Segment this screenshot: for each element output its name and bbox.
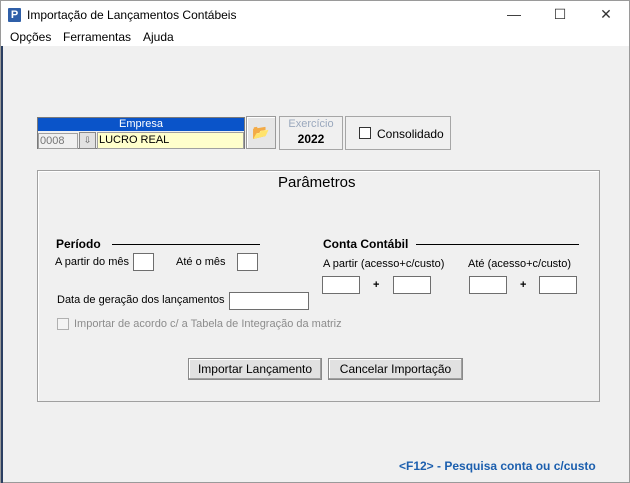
exercicio-value: 2022 — [297, 132, 325, 146]
parametros-title: Parâmetros — [278, 174, 356, 191]
cancelar-importacao-button[interactable]: Cancelar Importação — [328, 358, 463, 380]
menu-ferramentas[interactable]: Ferramentas — [63, 30, 131, 45]
menu-opcoes[interactable]: Opções — [10, 30, 51, 45]
importar-tabela-label: Importar de acordo c/ a Tabela de Integr… — [74, 318, 342, 330]
main-window: P Importação de Lançamentos Contábeis — … — [0, 0, 630, 483]
periodo-to-label: Até o mês — [176, 256, 226, 268]
window-title: Importação de Lançamentos Contábeis — [27, 8, 237, 22]
menu-bar: Opções Ferramentas Ajuda — [1, 30, 629, 46]
minimize-button[interactable]: — — [491, 1, 537, 30]
conta-from-custo-field[interactable] — [393, 276, 431, 294]
periodo-rule — [112, 244, 260, 245]
exercicio-label: Exercício — [288, 118, 334, 130]
empresa-panel: Empresa 0008 ⇩ LUCRO REAL — [37, 117, 245, 149]
open-folder-button[interactable]: 📂 — [246, 116, 276, 149]
data-geracao-field[interactable] — [229, 292, 309, 310]
close-button[interactable]: ✕ — [583, 1, 629, 30]
window-edge — [1, 46, 3, 483]
periodo-from-field[interactable] — [133, 253, 154, 271]
consolidado-panel: Consolidado — [345, 116, 451, 150]
app-icon: P — [8, 8, 21, 22]
folder-icon: 📂 — [252, 124, 270, 140]
conta-to-custo-field[interactable] — [539, 276, 577, 294]
title-bar: P Importação de Lançamentos Contábeis — … — [1, 1, 629, 30]
importar-tabela-checkbox[interactable] — [57, 318, 69, 330]
menu-ajuda[interactable]: Ajuda — [143, 30, 174, 45]
empresa-header: Empresa — [38, 118, 244, 131]
plus-sign: + — [373, 279, 380, 291]
plus-sign: + — [520, 279, 527, 291]
conta-to-acesso-field[interactable] — [469, 276, 507, 294]
f12-hint: <F12> - Pesquisa conta ou c/custo — [399, 459, 596, 473]
conta-to-label: Até (acesso+c/custo) — [468, 258, 572, 270]
periodo-to-field[interactable] — [237, 253, 258, 271]
consolidado-checkbox[interactable] — [359, 127, 371, 139]
periodo-from-label: A partir do mês — [55, 256, 129, 268]
exercicio-panel: Exercício 2022 — [279, 116, 343, 150]
conta-from-label: A partir (acesso+c/custo) — [323, 258, 445, 270]
periodo-title: Período — [56, 237, 101, 251]
importar-lancamento-button[interactable]: Importar Lançamento — [188, 358, 322, 380]
empresa-code-field[interactable]: 0008 — [38, 133, 78, 149]
conta-rule — [416, 244, 579, 245]
conta-from-acesso-field[interactable] — [322, 276, 360, 294]
lookup-icon[interactable]: ⇩ — [79, 132, 96, 149]
data-geracao-label: Data de geração dos lançamentos — [57, 294, 225, 306]
empresa-name-field[interactable]: LUCRO REAL — [97, 132, 244, 149]
maximize-button[interactable]: ☐ — [537, 1, 583, 30]
conta-contabil-title: Conta Contábil — [323, 237, 409, 251]
consolidado-label: Consolidado — [377, 127, 444, 141]
